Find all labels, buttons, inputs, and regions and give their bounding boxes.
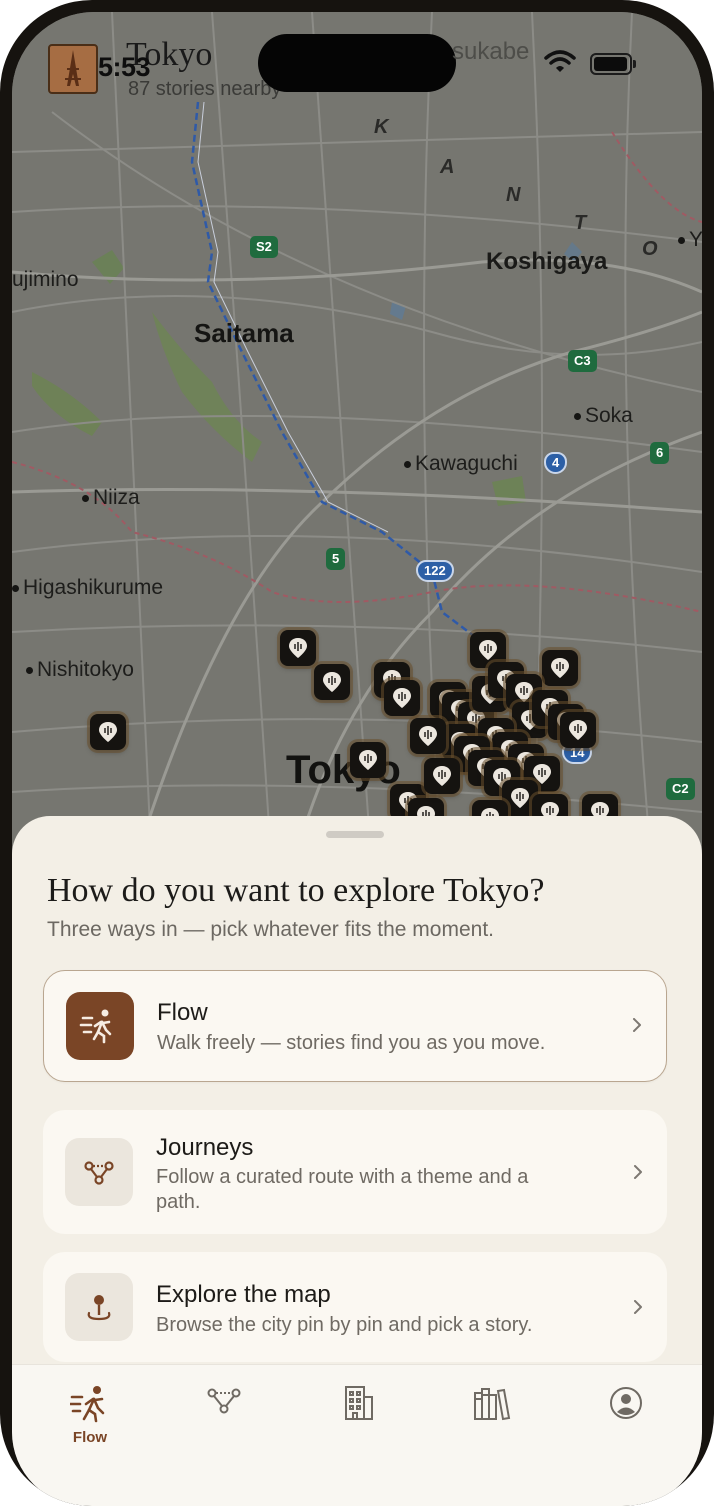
region-letter: A <box>440 156 455 178</box>
sheet-subtitle: Three ways in — pick whatever fits the m… <box>47 918 494 941</box>
story-pin[interactable] <box>424 758 460 794</box>
option-title: Journeys <box>156 1134 254 1161</box>
city-thumbnail-icon[interactable] <box>48 44 98 94</box>
option-description: Follow a curated route with a theme and … <box>156 1166 529 1213</box>
route-shield: C3 <box>568 350 597 372</box>
tab-bar: Flow <box>12 1364 702 1506</box>
tab-profile[interactable] <box>586 1383 666 1453</box>
map-label-koshigaya: Koshigaya <box>486 248 608 275</box>
route-nodes-icon <box>207 1388 241 1414</box>
route-shield: 5 <box>326 548 346 570</box>
option-flow[interactable]: Flow Walk freely — stories find you as y… <box>43 970 667 1082</box>
battery-icon <box>590 53 636 75</box>
map-label-ujimino: ujimino <box>12 268 79 291</box>
walking-person-icon <box>70 1386 105 1423</box>
tab-library[interactable] <box>452 1383 532 1453</box>
route-shield: S2 <box>250 236 278 258</box>
map-view[interactable]: ujimino Saitama Koshigaya Soka Kawaguchi… <box>12 12 702 872</box>
profile-icon <box>610 1387 642 1419</box>
chevron-right-icon <box>634 1165 642 1179</box>
screen: ujimino Saitama Koshigaya Soka Kawaguchi… <box>12 12 702 1506</box>
chevron-right-icon <box>634 1300 642 1314</box>
city-subtitle: 87 stories nearby <box>128 78 282 100</box>
region-letter: O <box>642 238 658 260</box>
story-pin[interactable] <box>384 680 420 716</box>
tab-journeys[interactable] <box>184 1383 264 1453</box>
region-letter: T <box>574 212 587 234</box>
story-pin[interactable] <box>280 630 316 666</box>
option-journeys[interactable]: Journeys Follow a curated route with a t… <box>43 1110 667 1234</box>
dynamic-island <box>258 34 456 92</box>
story-pin[interactable] <box>542 650 578 686</box>
tab-places[interactable] <box>318 1383 398 1453</box>
library-icon <box>474 1388 511 1421</box>
chevron-right-icon <box>633 1018 641 1032</box>
region-letter: K <box>374 116 389 138</box>
option-explore-map[interactable]: Explore the map Browse the city pin by p… <box>43 1252 667 1362</box>
map-label-nishitokyo: Nishitokyo <box>26 658 134 682</box>
option-description: Walk freely — stories find you as you mo… <box>157 1032 546 1054</box>
status-time: 5:53 <box>98 52 151 82</box>
route-nodes-icon <box>65 1138 133 1206</box>
story-pin[interactable] <box>314 664 350 700</box>
map-label-soka: Soka <box>574 404 633 428</box>
map-label-niiza: Niiza <box>82 486 140 510</box>
story-pin[interactable] <box>350 742 386 778</box>
map-label-higashikurume: Higashikurume <box>12 576 163 600</box>
map-pin-icon <box>65 1273 133 1341</box>
region-letter: N <box>506 184 521 206</box>
walking-person-icon <box>66 992 134 1060</box>
map-label-saitama: Saitama <box>194 318 294 348</box>
option-title: Flow <box>157 999 208 1026</box>
sheet-title: How do you want to explore Tokyo? <box>47 872 545 909</box>
story-pin[interactable] <box>90 714 126 750</box>
map-label-kawaguchi: Kawaguchi <box>404 452 518 476</box>
explore-sheet: How do you want to explore Tokyo? Three … <box>12 816 702 1376</box>
story-pin[interactable] <box>410 718 446 754</box>
route-shield: 6 <box>650 442 670 464</box>
status-carrier: sukabe <box>452 38 530 65</box>
sheet-grabber[interactable] <box>326 831 384 838</box>
option-title: Explore the map <box>156 1281 331 1308</box>
phone-frame: ujimino Saitama Koshigaya Soka Kawaguchi… <box>0 0 714 1506</box>
route-shield: 122 <box>416 560 454 582</box>
building-icon <box>345 1386 373 1420</box>
map-label-y: Y <box>678 228 702 252</box>
story-pin[interactable] <box>560 712 596 748</box>
tab-label: Flow <box>72 1429 108 1446</box>
route-shield: C2 <box>666 778 695 800</box>
wifi-icon <box>544 50 576 72</box>
option-description: Browse the city pin by pin and pick a st… <box>156 1314 533 1336</box>
tab-flow[interactable]: Flow <box>50 1383 130 1453</box>
